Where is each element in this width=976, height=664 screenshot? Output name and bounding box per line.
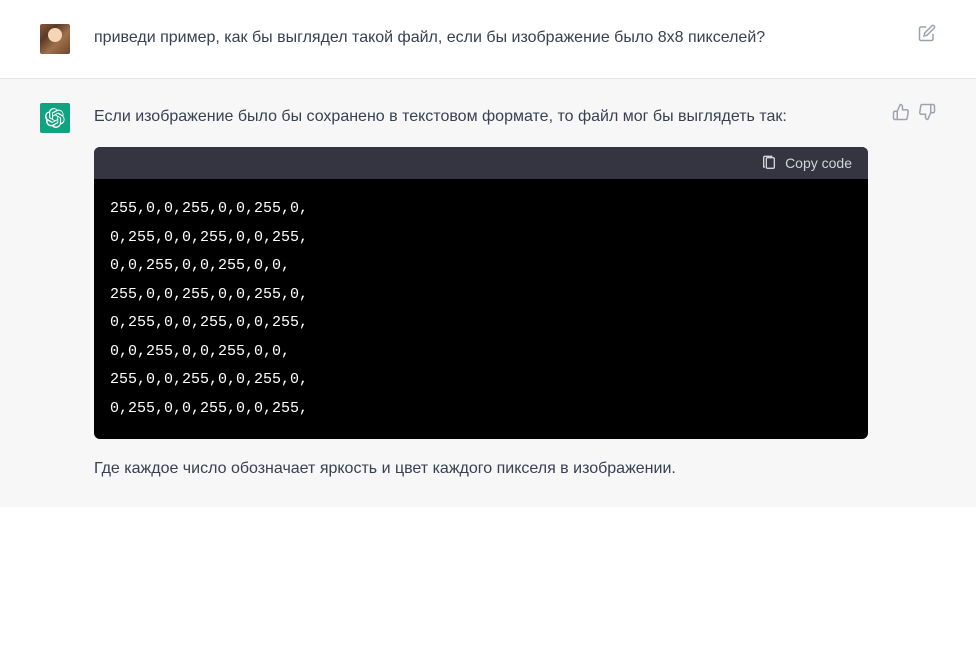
user-avatar bbox=[40, 24, 70, 54]
user-message-block: приведи пример, как бы выглядел такой фа… bbox=[0, 0, 976, 79]
copy-code-button[interactable]: Copy code bbox=[761, 155, 852, 171]
copy-code-label: Copy code bbox=[785, 155, 852, 171]
user-message-actions bbox=[918, 24, 936, 54]
code-block-header: Copy code bbox=[94, 147, 868, 179]
code-content: 255,0,0,255,0,0,255,0, 0,255,0,0,255,0,0… bbox=[94, 179, 868, 439]
assistant-message-actions bbox=[892, 103, 936, 483]
clipboard-icon bbox=[761, 155, 777, 171]
thumbs-down-icon[interactable] bbox=[918, 103, 936, 121]
thumbs-up-icon[interactable] bbox=[892, 103, 910, 121]
assistant-message-block: Если изображение было бы сохранено в тек… bbox=[0, 79, 976, 507]
user-message-text: приведи пример, как бы выглядел такой фа… bbox=[94, 24, 894, 54]
assistant-intro-text: Если изображение было бы сохранено в тек… bbox=[94, 103, 868, 131]
code-block: Copy code 255,0,0,255,0,0,255,0, 0,255,0… bbox=[94, 147, 868, 439]
assistant-message-content: Если изображение было бы сохранено в тек… bbox=[94, 103, 868, 483]
assistant-avatar bbox=[40, 103, 70, 133]
assistant-outro-text: Где каждое число обозначает яркость и цв… bbox=[94, 455, 868, 483]
edit-icon[interactable] bbox=[918, 24, 936, 42]
